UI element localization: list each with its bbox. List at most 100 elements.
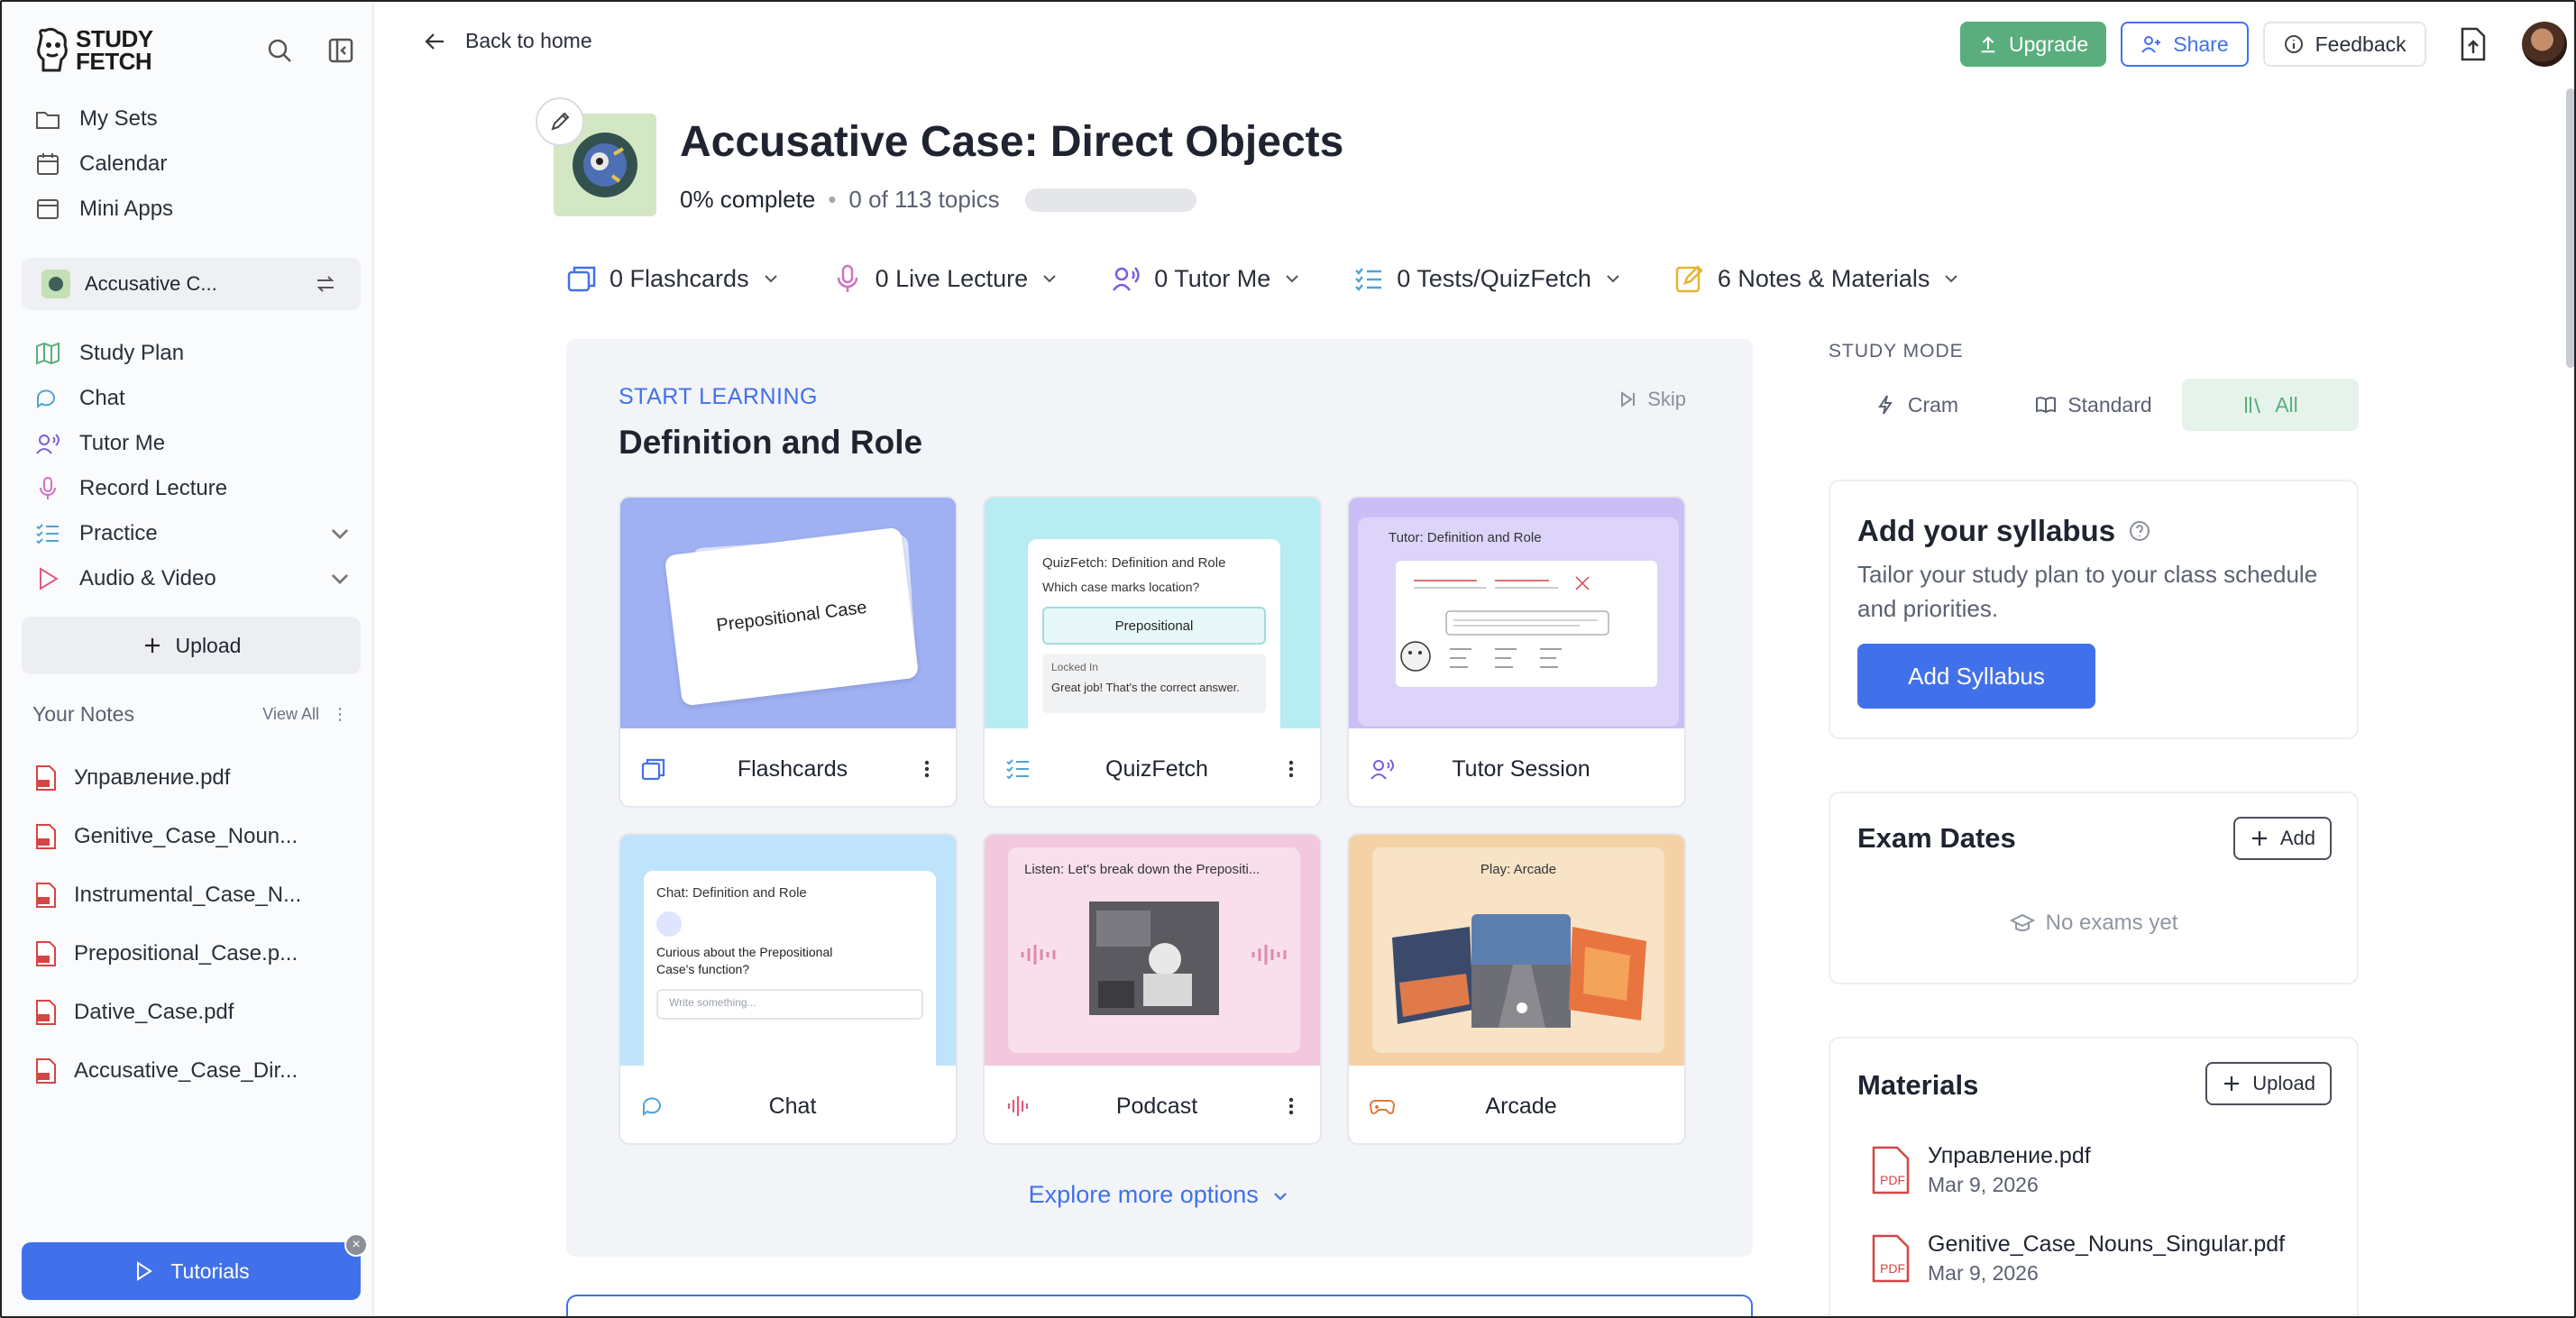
apps-icon — [37, 199, 59, 219]
checklist-icon — [1006, 759, 1029, 780]
play-icon — [137, 1261, 153, 1281]
syllabus-description: Tailor your study plan to your class sch… — [1857, 561, 2318, 622]
note-item[interactable]: Dative_Case.pdf — [34, 999, 234, 1026]
arrow-left-icon — [425, 32, 444, 50]
current-set-selector[interactable]: Accusative C... — [22, 258, 361, 310]
plus-icon — [144, 638, 160, 653]
chevron-down-icon — [1286, 275, 1298, 283]
view-all-link[interactable]: View All — [262, 705, 319, 724]
topic-title: Definition and Role — [619, 424, 923, 461]
tutorials-button[interactable]: Tutorials — [22, 1242, 361, 1300]
add-exam-button[interactable]: Add — [2232, 817, 2332, 860]
note-item[interactable]: Prepositional_Case.p... — [34, 940, 298, 967]
nav-tutor-me[interactable]: Tutor Me — [34, 426, 165, 462]
upgrade-label: Upgrade — [2009, 32, 2089, 56]
plus-icon — [2251, 831, 2267, 846]
quiz-answer: Prepositional — [1042, 607, 1266, 645]
nav-practice[interactable]: Practice — [34, 516, 353, 552]
lightning-icon — [1878, 395, 1893, 415]
note-item[interactable]: Accusative_Case_Dir... — [34, 1057, 298, 1085]
tools-row: 0 Flashcards 0 Live Lecture 0 Tutor Me 0… — [566, 263, 2012, 294]
close-icon[interactable]: × — [344, 1233, 368, 1257]
separator-dot: • — [828, 186, 837, 213]
card-arcade[interactable]: Play: Arcade Arcade — [1347, 833, 1686, 1145]
feedback-button[interactable]: Feedback — [2262, 22, 2426, 67]
nav-audio-video[interactable]: Audio & Video — [34, 561, 353, 597]
chevron-down-icon — [331, 573, 349, 585]
upload-material-button[interactable]: Upload — [2205, 1062, 2332, 1105]
card-podcast[interactable]: Listen: Let's break down the Prepositi..… — [983, 833, 1322, 1145]
share-button[interactable]: Share — [2121, 22, 2249, 67]
nav-study-plan[interactable]: Study Plan — [34, 335, 184, 371]
map-icon — [36, 342, 60, 365]
swap-icon[interactable] — [314, 272, 337, 296]
tool-flashcards[interactable]: 0 Flashcards — [566, 263, 780, 294]
share-label: Share — [2173, 32, 2229, 56]
add-syllabus-button[interactable]: Add Syllabus — [1857, 644, 2095, 709]
syllabus-title-text: Add your syllabus — [1857, 514, 2116, 547]
back-to-home-link[interactable]: Back to home — [424, 29, 592, 53]
nav-my-sets[interactable]: My Sets — [34, 101, 158, 137]
tool-label: 0 Tutor Me — [1154, 264, 1271, 292]
page-scrollbar[interactable] — [2566, 88, 2574, 368]
export-file-icon[interactable] — [2457, 26, 2489, 62]
tool-notes-materials[interactable]: 6 Notes & Materials — [1674, 263, 1961, 294]
more-vertical-icon[interactable] — [918, 755, 936, 783]
more-vertical-icon[interactable]: ⋮ — [332, 705, 348, 724]
checklist-icon — [36, 524, 59, 545]
card-flashcards[interactable]: Prepositional Case Flashcards — [619, 496, 958, 808]
tutor-icon — [1371, 759, 1394, 780]
mode-cram[interactable]: Cram — [1829, 379, 2005, 431]
material-item[interactable]: PDF Genitive_Case_Nouns_Singular.pdf Mar… — [1870, 1231, 2285, 1286]
collapse-sidebar-icon[interactable] — [326, 36, 355, 65]
nav-calendar[interactable]: Calendar — [34, 146, 167, 182]
note-name: Instrumental_Case_N... — [74, 883, 302, 907]
more-vertical-icon[interactable] — [1282, 755, 1300, 783]
nav-mini-apps[interactable]: Mini Apps — [34, 191, 173, 227]
arcade-screens-icon — [1392, 914, 1646, 1028]
nav-chat[interactable]: Chat — [34, 380, 125, 416]
skip-button[interactable]: Skip — [1618, 388, 1686, 411]
mode-all[interactable]: All — [2182, 379, 2359, 431]
note-item[interactable]: Управление.pdf — [34, 764, 230, 792]
help-icon[interactable] — [2128, 519, 2151, 543]
explore-more-options-link[interactable]: Explore more options — [566, 1181, 1753, 1209]
flashcard-front: Prepositional Case — [664, 526, 920, 707]
card-tutor-session[interactable]: Tutor: Definition and Role Tutor Session — [1347, 496, 1686, 808]
notes-edit-icon — [1675, 265, 1703, 293]
microphone-icon — [837, 264, 857, 292]
calendar-icon — [37, 153, 59, 175]
plus-icon — [2224, 1076, 2240, 1091]
skip-icon — [1621, 391, 1636, 407]
search-icon[interactable] — [265, 36, 294, 65]
chevron-down-icon — [1274, 1193, 1288, 1201]
card-label: Tutor Session — [1452, 755, 1591, 782]
tool-live-lecture[interactable]: 0 Live Lecture — [832, 263, 1059, 294]
note-item[interactable]: Instrumental_Case_N... — [34, 882, 301, 909]
tool-tests-quizfetch[interactable]: 0 Tests/QuizFetch — [1353, 263, 1622, 294]
tool-tutor-me[interactable]: 0 Tutor Me — [1111, 263, 1301, 294]
page-title: Accusative Case: Direct Objects — [680, 118, 1344, 166]
book-icon — [2036, 397, 2057, 414]
nav-label: Tutor Me — [79, 431, 166, 455]
lower-section-card — [566, 1295, 1753, 1316]
mode-standard[interactable]: Standard — [2005, 379, 2182, 431]
logo[interactable]: STUDY FETCH — [34, 27, 153, 74]
card-quizfetch[interactable]: QuizFetch: Definition and Role Which cas… — [983, 496, 1322, 808]
more-vertical-icon[interactable] — [1282, 1093, 1300, 1120]
card-chat[interactable]: Chat: Definition and Role Curious about … — [619, 833, 958, 1145]
mode-label: Standard — [2067, 392, 2152, 416]
set-avatar — [41, 270, 70, 298]
pdf-file-icon — [36, 1000, 56, 1025]
user-avatar[interactable] — [2521, 22, 2567, 67]
material-item[interactable]: PDF Управление.pdf Mar 9, 2026 — [1870, 1143, 2091, 1197]
tutor-preview-title: Tutor: Definition and Role — [1389, 530, 1542, 545]
chevron-down-icon — [331, 528, 349, 540]
upgrade-button[interactable]: Upgrade — [1960, 22, 2107, 67]
edit-set-button[interactable] — [536, 97, 584, 146]
topics-count: 0 of 113 topics — [848, 186, 1000, 213]
note-item[interactable]: Genitive_Case_Noun... — [34, 823, 298, 850]
sidebar-upload-button[interactable]: Upload — [22, 617, 361, 674]
nav-record-lecture[interactable]: Record Lecture — [34, 471, 227, 507]
pdf-file-icon — [36, 824, 56, 849]
